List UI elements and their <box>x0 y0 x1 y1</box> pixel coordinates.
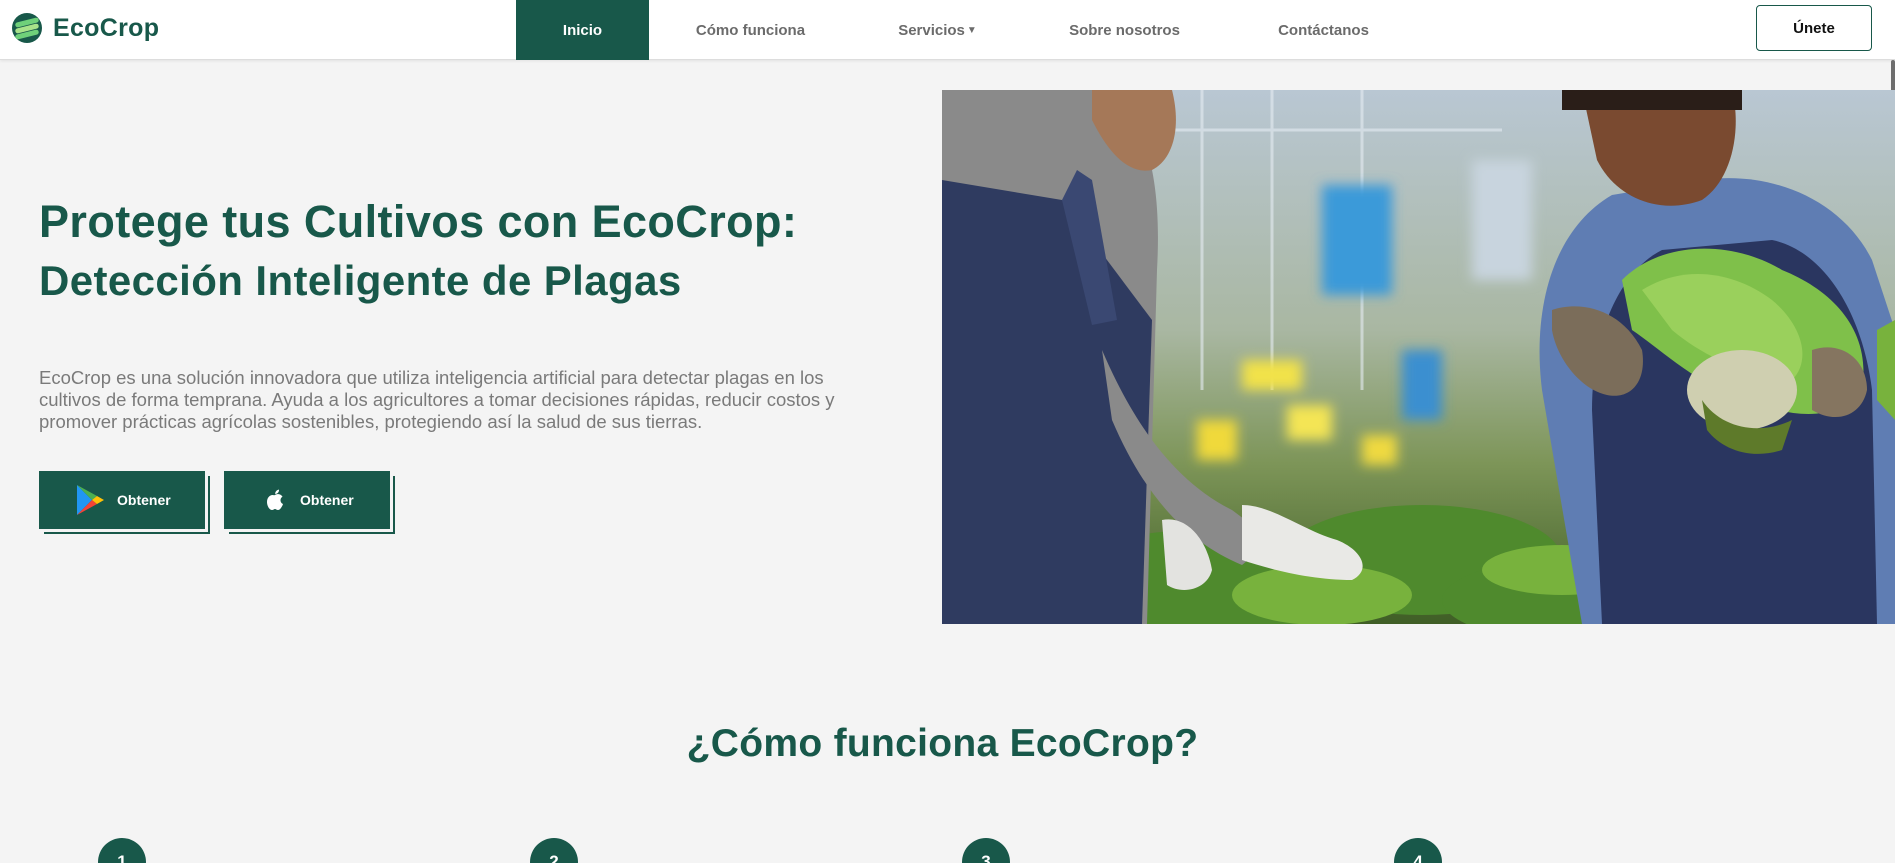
hero-photo-farmers-greenhouse <box>942 90 1895 624</box>
brand-logo[interactable]: EcoCrop <box>12 13 159 43</box>
brand-name: EcoCrop <box>53 13 160 42</box>
nav-item-como-funciona[interactable]: Cómo funciona <box>649 0 852 60</box>
app-store-button-label: Obtener <box>300 492 354 508</box>
caret-down-icon: ▼ <box>966 24 977 36</box>
hero-title-line2: Detección Inteligente de Plagas <box>39 257 682 304</box>
hero-title-line1: Protege tus Cultivos con EcoCrop: <box>39 196 798 247</box>
step-number-badge: 4 <box>1394 838 1442 863</box>
nav-item-inicio[interactable]: Inicio <box>516 0 649 60</box>
app-store-button[interactable]: Obtener <box>224 471 390 529</box>
hero-description: EcoCrop es una solución innovadora que u… <box>39 367 835 432</box>
how-it-works-title: ¿Cómo funciona EcoCrop? <box>686 722 1199 765</box>
nav-item-servicios[interactable]: Servicios ▼ <box>852 0 1023 60</box>
top-navbar: EcoCrop Inicio Cómo funciona Servicios ▼ … <box>0 0 1895 60</box>
nav-item-sobre-nosotros[interactable]: Sobre nosotros <box>1023 0 1226 60</box>
google-play-icon <box>75 484 105 516</box>
nav-item-contactanos[interactable]: Contáctanos <box>1226 0 1421 60</box>
google-play-button[interactable]: Obtener <box>39 471 205 529</box>
join-button[interactable]: Únete <box>1756 5 1872 51</box>
nav-item-servicios-label: Servicios <box>898 21 965 39</box>
leaf-globe-icon <box>12 13 42 43</box>
hero-title: Protege tus Cultivos con EcoCrop: Detecc… <box>39 196 919 314</box>
main-nav: Inicio Cómo funciona Servicios ▼ Sobre no… <box>516 0 1421 60</box>
google-play-button-label: Obtener <box>117 492 171 508</box>
step-number-badge: 1 <box>98 838 146 863</box>
apple-icon <box>264 484 286 516</box>
step-number-badge: 2 <box>530 838 578 863</box>
step-number-badge: 3 <box>962 838 1010 863</box>
